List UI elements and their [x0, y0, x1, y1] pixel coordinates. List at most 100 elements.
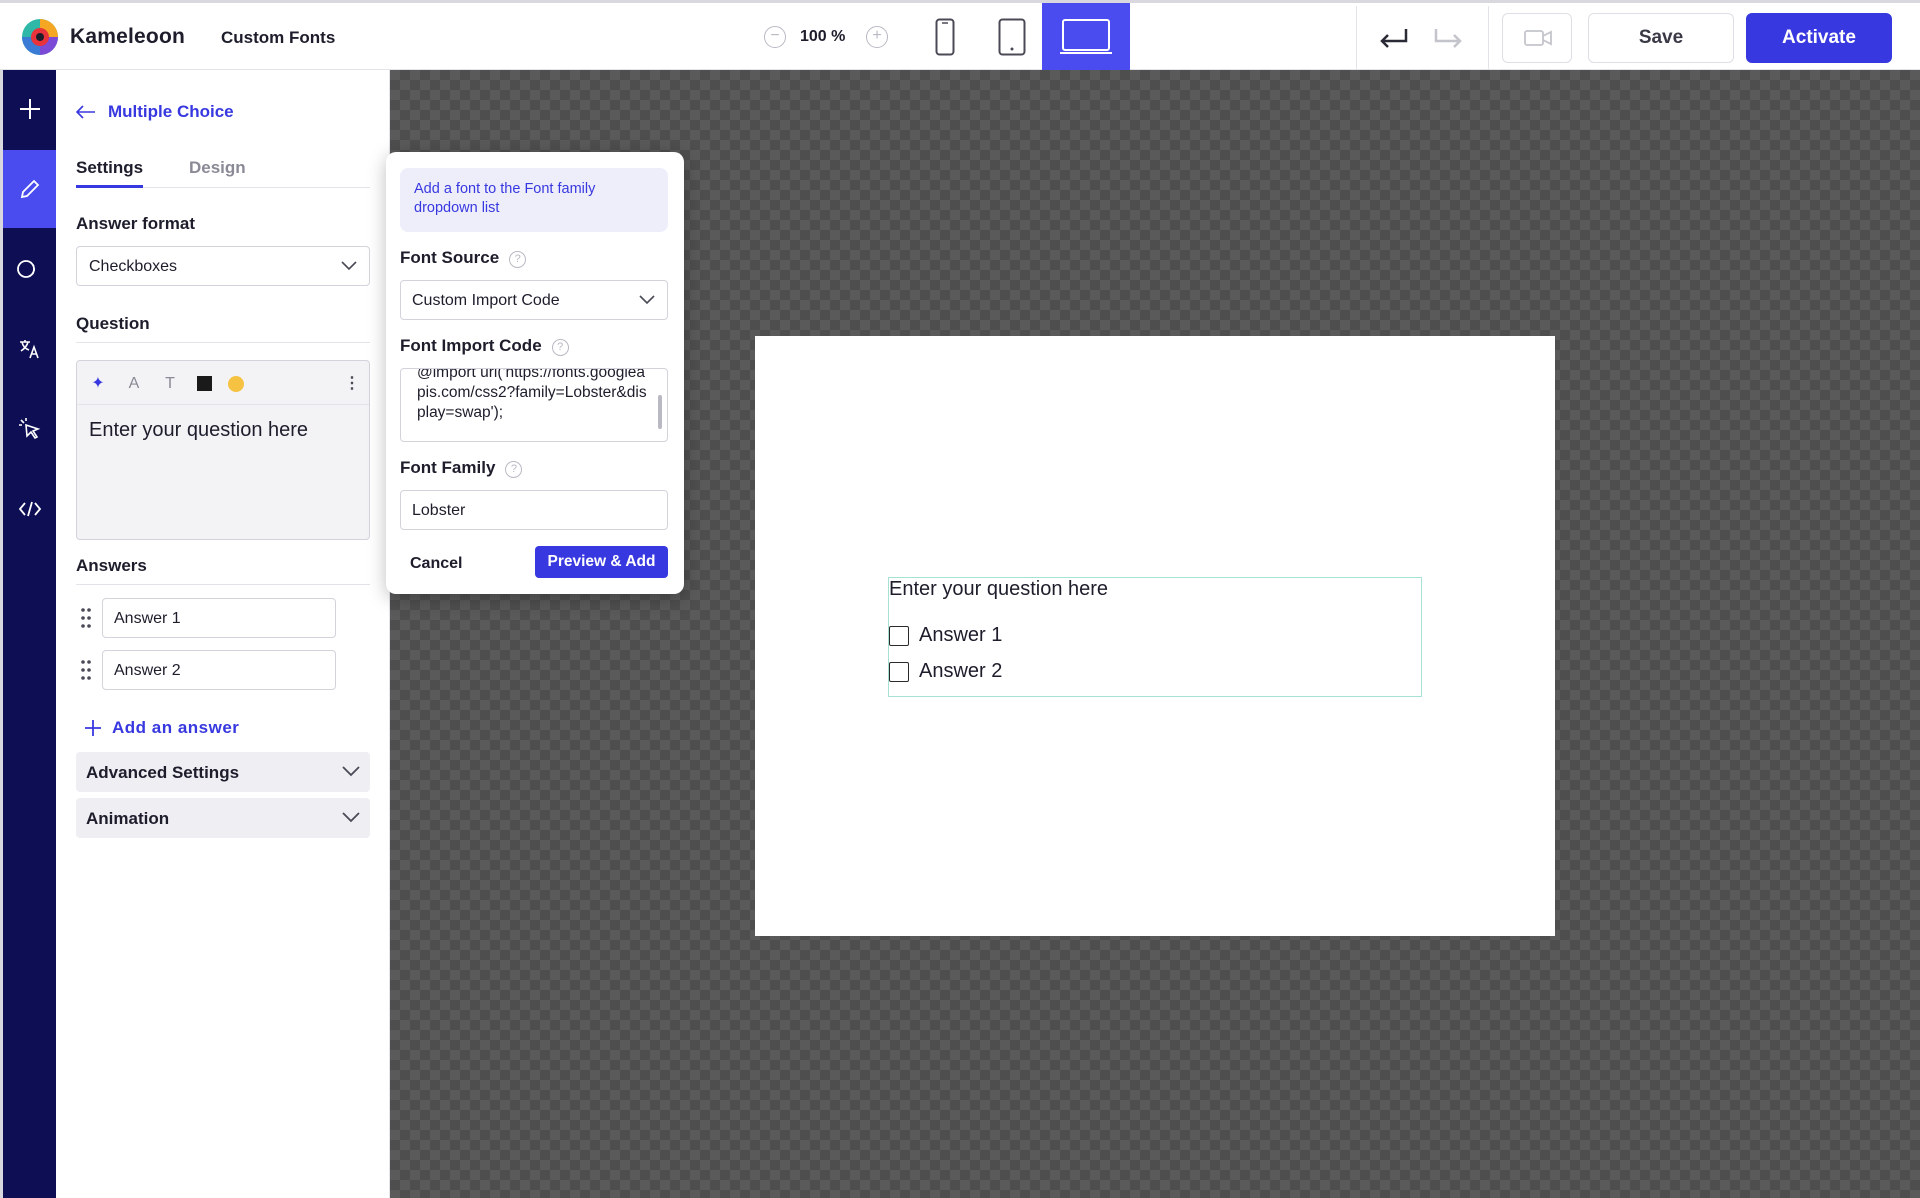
question-editor[interactable]: ✦ A T ⋮ Enter your question here [76, 360, 370, 540]
phone-icon [935, 18, 955, 56]
scrollbar[interactable] [658, 395, 662, 429]
video-camera-icon [1524, 30, 1552, 46]
font-import-code-value: @import url('https://fonts.googleapis.co… [417, 368, 647, 421]
drag-handle-icon[interactable] [80, 607, 92, 629]
ai-sparkle-icon[interactable]: ✦ [87, 373, 109, 395]
answer-input[interactable]: Answer 1 [102, 598, 336, 638]
desktop-view-button[interactable] [1042, 3, 1130, 71]
add-answer-button[interactable]: Add an answer [84, 718, 239, 738]
tablet-view-button[interactable] [982, 3, 1042, 71]
preview-question: Enter your question here [889, 578, 1109, 600]
help-icon[interactable]: ? [509, 251, 527, 268]
panel-tabs: Settings Design [76, 158, 370, 188]
artboard: Enter your question here Answer 1 Answer… [755, 336, 1555, 936]
rail-translate-button[interactable] [3, 310, 56, 388]
tab-design[interactable]: Design [189, 158, 246, 188]
save-button[interactable]: Save [1588, 13, 1734, 63]
tablet-icon [998, 18, 1026, 56]
zoom-level: 100 % [800, 28, 846, 45]
answer-format-label: Answer format [76, 214, 196, 233]
editor-toolbar: ✦ A T ⋮ [77, 361, 369, 405]
project-title: Custom Fonts [221, 28, 336, 47]
answer-input[interactable]: Answer 2 [102, 650, 336, 690]
plus-icon [19, 99, 40, 119]
preview-answer-option[interactable]: Answer 1 [889, 624, 1002, 647]
advanced-settings-accordion[interactable]: Advanced Settings [76, 752, 370, 792]
translate-icon [19, 340, 39, 359]
tab-settings[interactable]: Settings [76, 158, 144, 188]
drag-handle-icon[interactable] [80, 659, 92, 681]
pointer-click-icon [18, 418, 40, 440]
pencil-icon [20, 179, 39, 199]
animation-label: Animation [86, 809, 170, 828]
info-banner: Add a font to the Font family dropdown l… [400, 168, 668, 232]
divider [76, 584, 370, 585]
preview-and-add-button[interactable]: Preview & Add [535, 546, 668, 578]
mobile-view-button[interactable] [920, 3, 970, 71]
tool-rail [0, 70, 56, 1198]
desktop-icon [1060, 19, 1112, 54]
rail-add-button[interactable] [3, 70, 56, 148]
brand-name: Kameleoon [70, 25, 185, 48]
chevron-down-icon [639, 295, 655, 305]
emoji-icon[interactable] [225, 373, 247, 395]
font-family-input[interactable]: Lobster [400, 490, 668, 530]
font-source-select[interactable]: Custom Import Code [400, 280, 668, 320]
more-options-icon[interactable]: ⋮ [341, 373, 363, 395]
arrow-left-icon [76, 105, 95, 119]
zoom-in-icon[interactable]: + [866, 26, 888, 48]
font-source-value: Custom Import Code [412, 292, 560, 309]
help-icon[interactable]: ? [505, 461, 523, 478]
top-bar: Kameleoon Custom Fonts − 100 % + Save Ac… [0, 0, 1920, 71]
shapes-icon [16, 260, 35, 278]
kameleoon-logo-icon [22, 19, 58, 55]
cancel-button[interactable]: Cancel [410, 555, 462, 573]
rail-code-button[interactable] [3, 470, 56, 548]
preview-answer-label: Answer 2 [919, 660, 1003, 682]
app-window: Kameleoon Custom Fonts − 100 % + Save Ac… [0, 0, 1920, 1198]
help-icon[interactable]: ? [551, 339, 569, 356]
text-size-icon[interactable]: T [159, 373, 181, 395]
answer-format-value: Checkboxes [89, 258, 178, 275]
toolbar-divider [1356, 6, 1357, 71]
text-color-icon[interactable] [193, 373, 215, 395]
chevron-down-icon [341, 261, 357, 271]
activate-button[interactable]: Activate [1746, 13, 1892, 63]
question-preview-block[interactable]: Enter your question here Answer 1 Answer… [888, 577, 1422, 697]
checkbox[interactable] [889, 661, 909, 682]
answer-value: Answer 1 [114, 610, 181, 627]
checkbox[interactable] [889, 625, 909, 646]
chevron-down-icon [342, 812, 360, 823]
font-family-value: Lobster [412, 502, 466, 519]
preview-answer-option[interactable]: Answer 2 [889, 660, 1002, 683]
animation-accordion[interactable]: Animation [76, 798, 370, 838]
preview-answer-label: Answer 1 [919, 624, 1003, 646]
redo-icon[interactable] [1432, 25, 1466, 51]
plus-icon [85, 720, 101, 736]
font-family-label: Font Family? [400, 458, 523, 478]
font-style-icon[interactable]: A [123, 373, 145, 395]
settings-panel: Multiple Choice Settings Design Answer f… [56, 70, 390, 1198]
code-icon [18, 501, 41, 517]
zoom-out-icon[interactable]: − [764, 26, 786, 48]
font-import-code-label: Font Import Code? [400, 336, 569, 356]
rail-interactions-button[interactable] [3, 390, 56, 468]
rail-edit-button[interactable] [3, 150, 56, 228]
preview-button[interactable] [1502, 13, 1572, 63]
answers-label: Answers [76, 556, 147, 575]
back-link-label: Multiple Choice [108, 102, 234, 121]
question-text[interactable]: Enter your question here [89, 419, 308, 442]
font-source-label: Font Source? [400, 248, 527, 268]
add-answer-label: Add an answer [112, 718, 240, 737]
undo-icon[interactable] [1376, 25, 1410, 51]
toolbar-divider [1488, 6, 1489, 71]
add-font-popover: Add a font to the Font family dropdown l… [386, 152, 684, 594]
rail-shapes-button[interactable] [3, 230, 56, 308]
question-label: Question [76, 314, 150, 333]
chevron-down-icon [342, 766, 360, 777]
answer-format-select[interactable]: Checkboxes [76, 246, 370, 286]
font-import-code-textarea[interactable]: @import url('https://fonts.googleapis.co… [400, 368, 668, 442]
divider [76, 342, 370, 343]
back-to-multiple-choice-link[interactable]: Multiple Choice [76, 102, 234, 122]
answer-row: Answer 1 [76, 598, 346, 638]
